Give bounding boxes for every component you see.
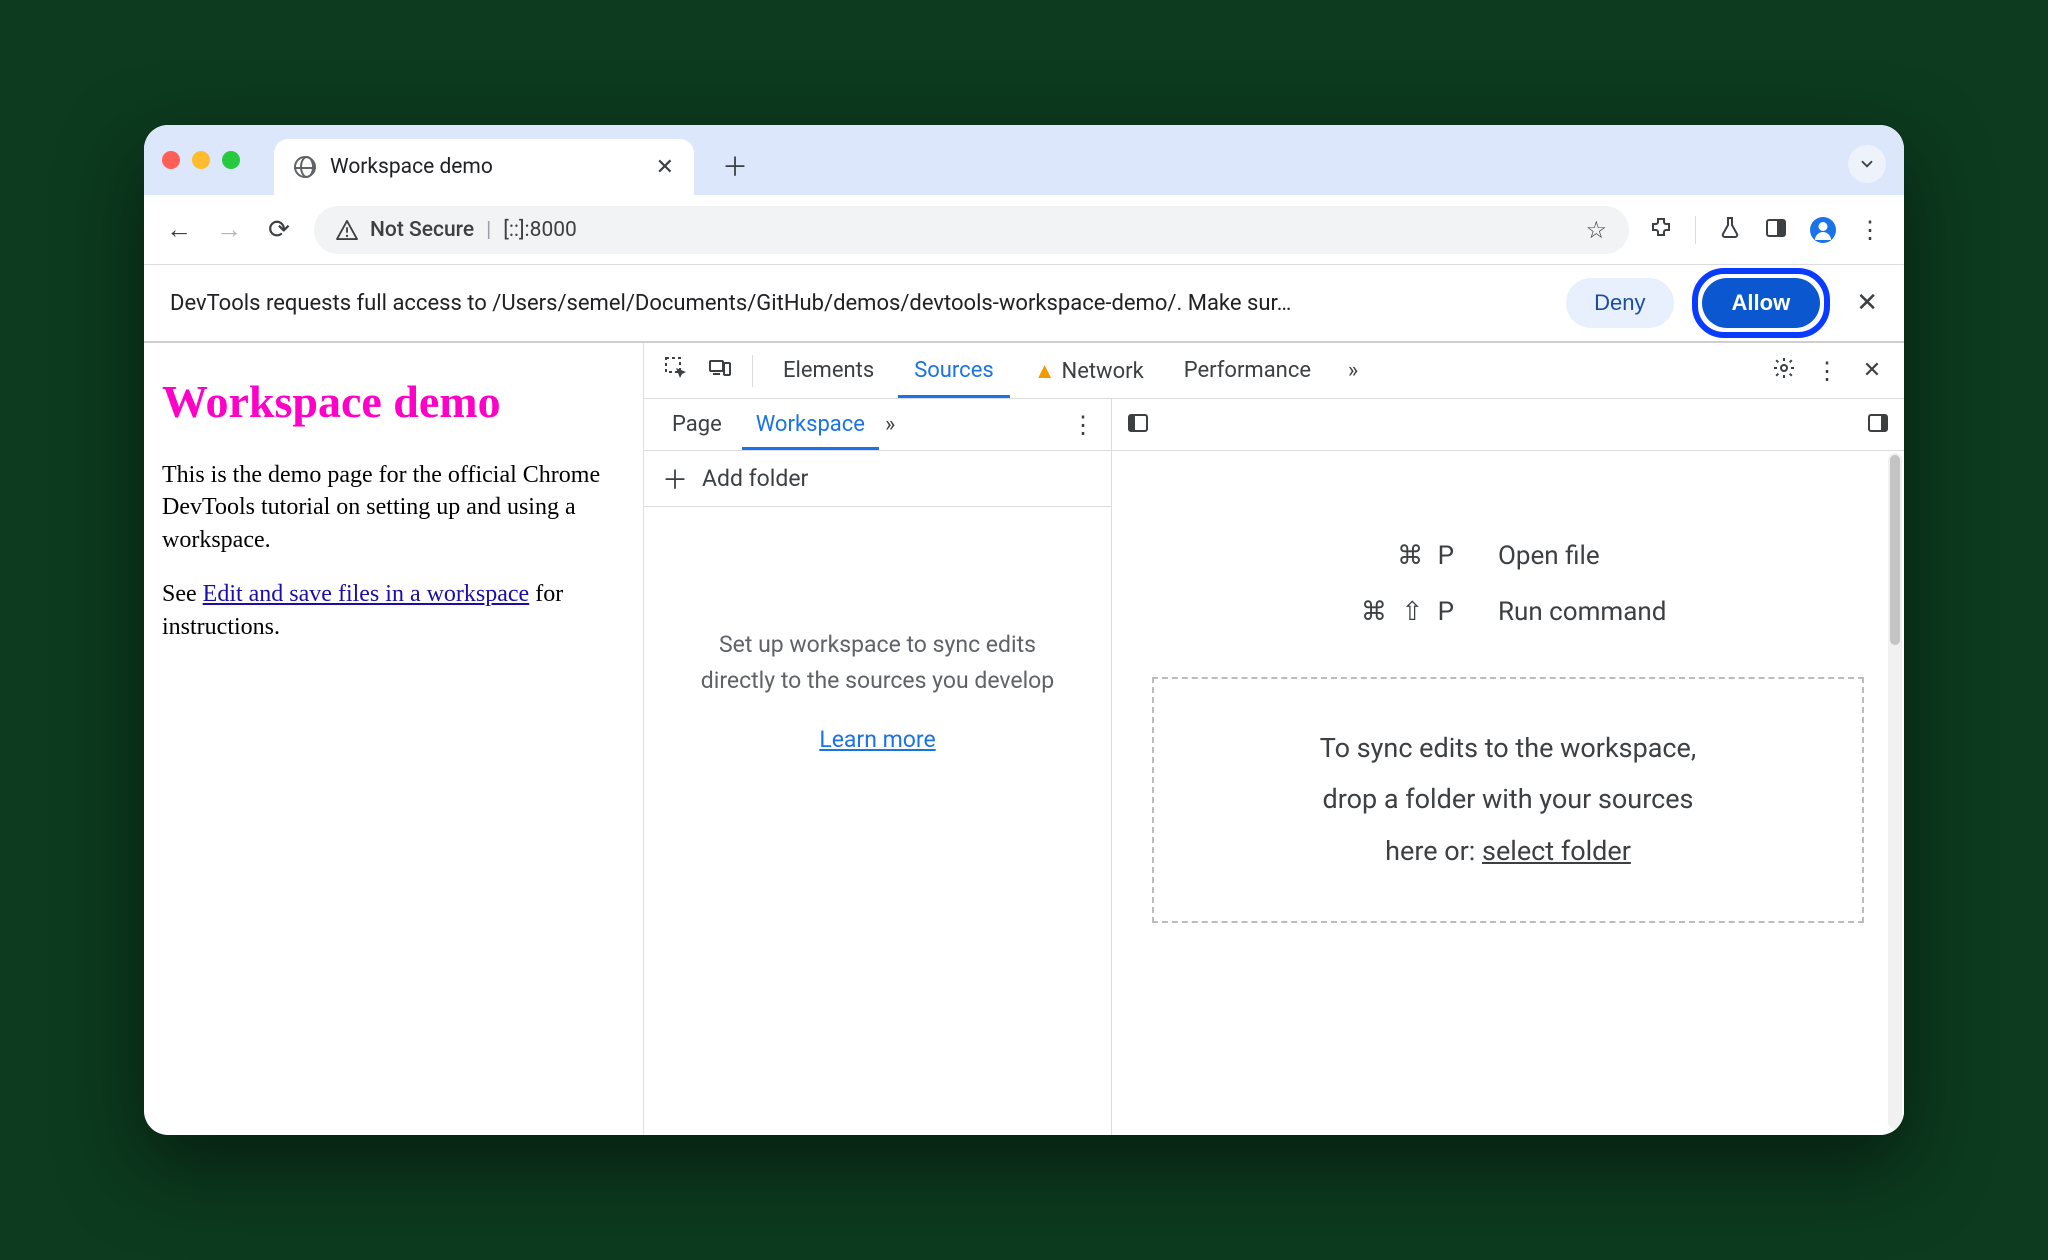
address-bar[interactable]: Not Secure | [::]:8000 ☆ [314, 206, 1629, 254]
subtab-workspace[interactable]: Workspace [742, 400, 879, 449]
subtab-page[interactable]: Page [658, 400, 736, 449]
window-controls [162, 151, 240, 169]
main-area: Workspace demo This is the demo page for… [144, 343, 1904, 1135]
forward-button[interactable]: → [214, 214, 244, 245]
deny-button[interactable]: Deny [1566, 278, 1673, 328]
maximize-window-icon[interactable] [222, 151, 240, 169]
add-folder-label: Add folder [702, 465, 808, 492]
vertical-scrollbar[interactable] [1888, 453, 1902, 1129]
close-window-icon[interactable] [162, 151, 180, 169]
shortcut-keys: ⌘ ⇧ P [1298, 597, 1458, 627]
url-text: [::]:8000 [503, 218, 577, 242]
tutorial-link[interactable]: Edit and save files in a workspace [203, 581, 530, 607]
allow-highlight: Allow [1692, 268, 1831, 338]
settings-gear-icon[interactable] [1766, 356, 1802, 386]
dropzone-line-1: To sync edits to the workspace, [1194, 723, 1822, 774]
browser-menu-icon[interactable]: ⋮ [1858, 216, 1884, 244]
bookmark-star-icon[interactable]: ☆ [1585, 216, 1607, 244]
devtools-tabbar: Elements Sources ▲Network Performance » … [644, 343, 1904, 399]
security-label: Not Secure [370, 218, 474, 242]
dismiss-permission-icon[interactable]: ✕ [1856, 288, 1878, 318]
reload-button[interactable]: ⟳ [264, 215, 294, 245]
navigator-tabs: Page Workspace » ⋮ [644, 399, 1111, 451]
dropzone-line-3: here or: select folder [1194, 826, 1822, 877]
minimize-window-icon[interactable] [192, 151, 210, 169]
close-devtools-icon[interactable]: ✕ [1854, 358, 1890, 383]
plus-icon: ＋ [662, 460, 688, 497]
shortcuts-hint: ⌘ P Open file ⌘ ⇧ P Run command [1112, 451, 1904, 667]
separator [1695, 216, 1696, 244]
devtools-menu-icon[interactable]: ⋮ [1810, 357, 1846, 385]
shortcut-open-file: ⌘ P Open file [1298, 541, 1718, 571]
tab-strip: Workspace demo ✕ ＋ [144, 125, 1904, 195]
labs-icon[interactable] [1718, 216, 1742, 244]
toolbar: ← → ⟳ Not Secure | [::]:8000 ☆ ⋮ [144, 195, 1904, 265]
show-debugger-icon[interactable] [1866, 411, 1890, 439]
workspace-hint: Set up workspace to sync edits directly … [644, 507, 1111, 1135]
warning-triangle-icon: ▲ [1034, 359, 1056, 384]
more-subtabs-chevron-icon[interactable]: » [885, 412, 895, 437]
side-panel-icon[interactable] [1764, 216, 1788, 244]
scrollbar-thumb[interactable] [1890, 455, 1900, 645]
sources-editor: ⌘ P Open file ⌘ ⇧ P Run command To sync … [1112, 399, 1904, 1135]
select-folder-link[interactable]: select folder [1482, 835, 1631, 867]
inspect-element-icon[interactable] [658, 356, 694, 386]
toolbar-icons: ⋮ [1649, 216, 1884, 244]
show-navigator-icon[interactable] [1126, 411, 1150, 439]
sources-navigator: Page Workspace » ⋮ ＋ Add folder Set up w… [644, 399, 1112, 1135]
browser-tab[interactable]: Workspace demo ✕ [274, 139, 694, 195]
add-folder-button[interactable]: ＋ Add folder [644, 451, 1111, 507]
devtools-panel: Elements Sources ▲Network Performance » … [644, 343, 1904, 1135]
shortcut-run-command: ⌘ ⇧ P Run command [1298, 597, 1718, 627]
permission-bar: DevTools requests full access to /Users/… [144, 265, 1904, 343]
tab-network[interactable]: ▲Network [1018, 344, 1160, 398]
workspace-hint-text: Set up workspace to sync edits directly … [684, 627, 1071, 698]
tab-performance[interactable]: Performance [1168, 344, 1327, 397]
globe-icon [294, 156, 316, 178]
workspace-dropzone[interactable]: To sync edits to the workspace, drop a f… [1152, 677, 1864, 923]
back-button[interactable]: ← [164, 214, 194, 245]
tab-title: Workspace demo [330, 155, 642, 179]
new-tab-button[interactable]: ＋ [722, 147, 748, 184]
tab-elements[interactable]: Elements [767, 344, 890, 397]
shortcut-label: Open file [1498, 541, 1718, 571]
page-heading: Workspace demo [162, 371, 625, 433]
extensions-icon[interactable] [1649, 216, 1673, 244]
device-toolbar-icon[interactable] [702, 356, 738, 386]
profile-avatar-icon[interactable] [1810, 217, 1836, 243]
dropzone-line-2: drop a folder with your sources [1194, 774, 1822, 825]
close-tab-icon[interactable]: ✕ [656, 155, 674, 180]
allow-button[interactable]: Allow [1702, 278, 1821, 328]
devtools-body: Page Workspace » ⋮ ＋ Add folder Set up w… [644, 399, 1904, 1135]
page-paragraph-1: This is the demo page for the official C… [162, 459, 625, 556]
browser-window: Workspace demo ✕ ＋ ← → ⟳ Not Secure | [:… [144, 125, 1904, 1135]
navigator-menu-icon[interactable]: ⋮ [1071, 411, 1097, 439]
editor-toolbar [1112, 399, 1904, 451]
permission-message: DevTools requests full access to /Users/… [170, 291, 1548, 316]
page-paragraph-2: See Edit and save files in a workspace f… [162, 578, 625, 643]
shortcut-label: Run command [1498, 597, 1718, 627]
tab-list-chevron-icon[interactable] [1848, 145, 1886, 183]
learn-more-link[interactable]: Learn more [819, 722, 935, 758]
rendered-page: Workspace demo This is the demo page for… [144, 343, 644, 1135]
more-tabs-chevron-icon[interactable]: » [1335, 358, 1371, 383]
warning-icon [336, 220, 358, 240]
shortcut-keys: ⌘ P [1298, 541, 1458, 571]
tab-sources[interactable]: Sources [898, 344, 1010, 397]
